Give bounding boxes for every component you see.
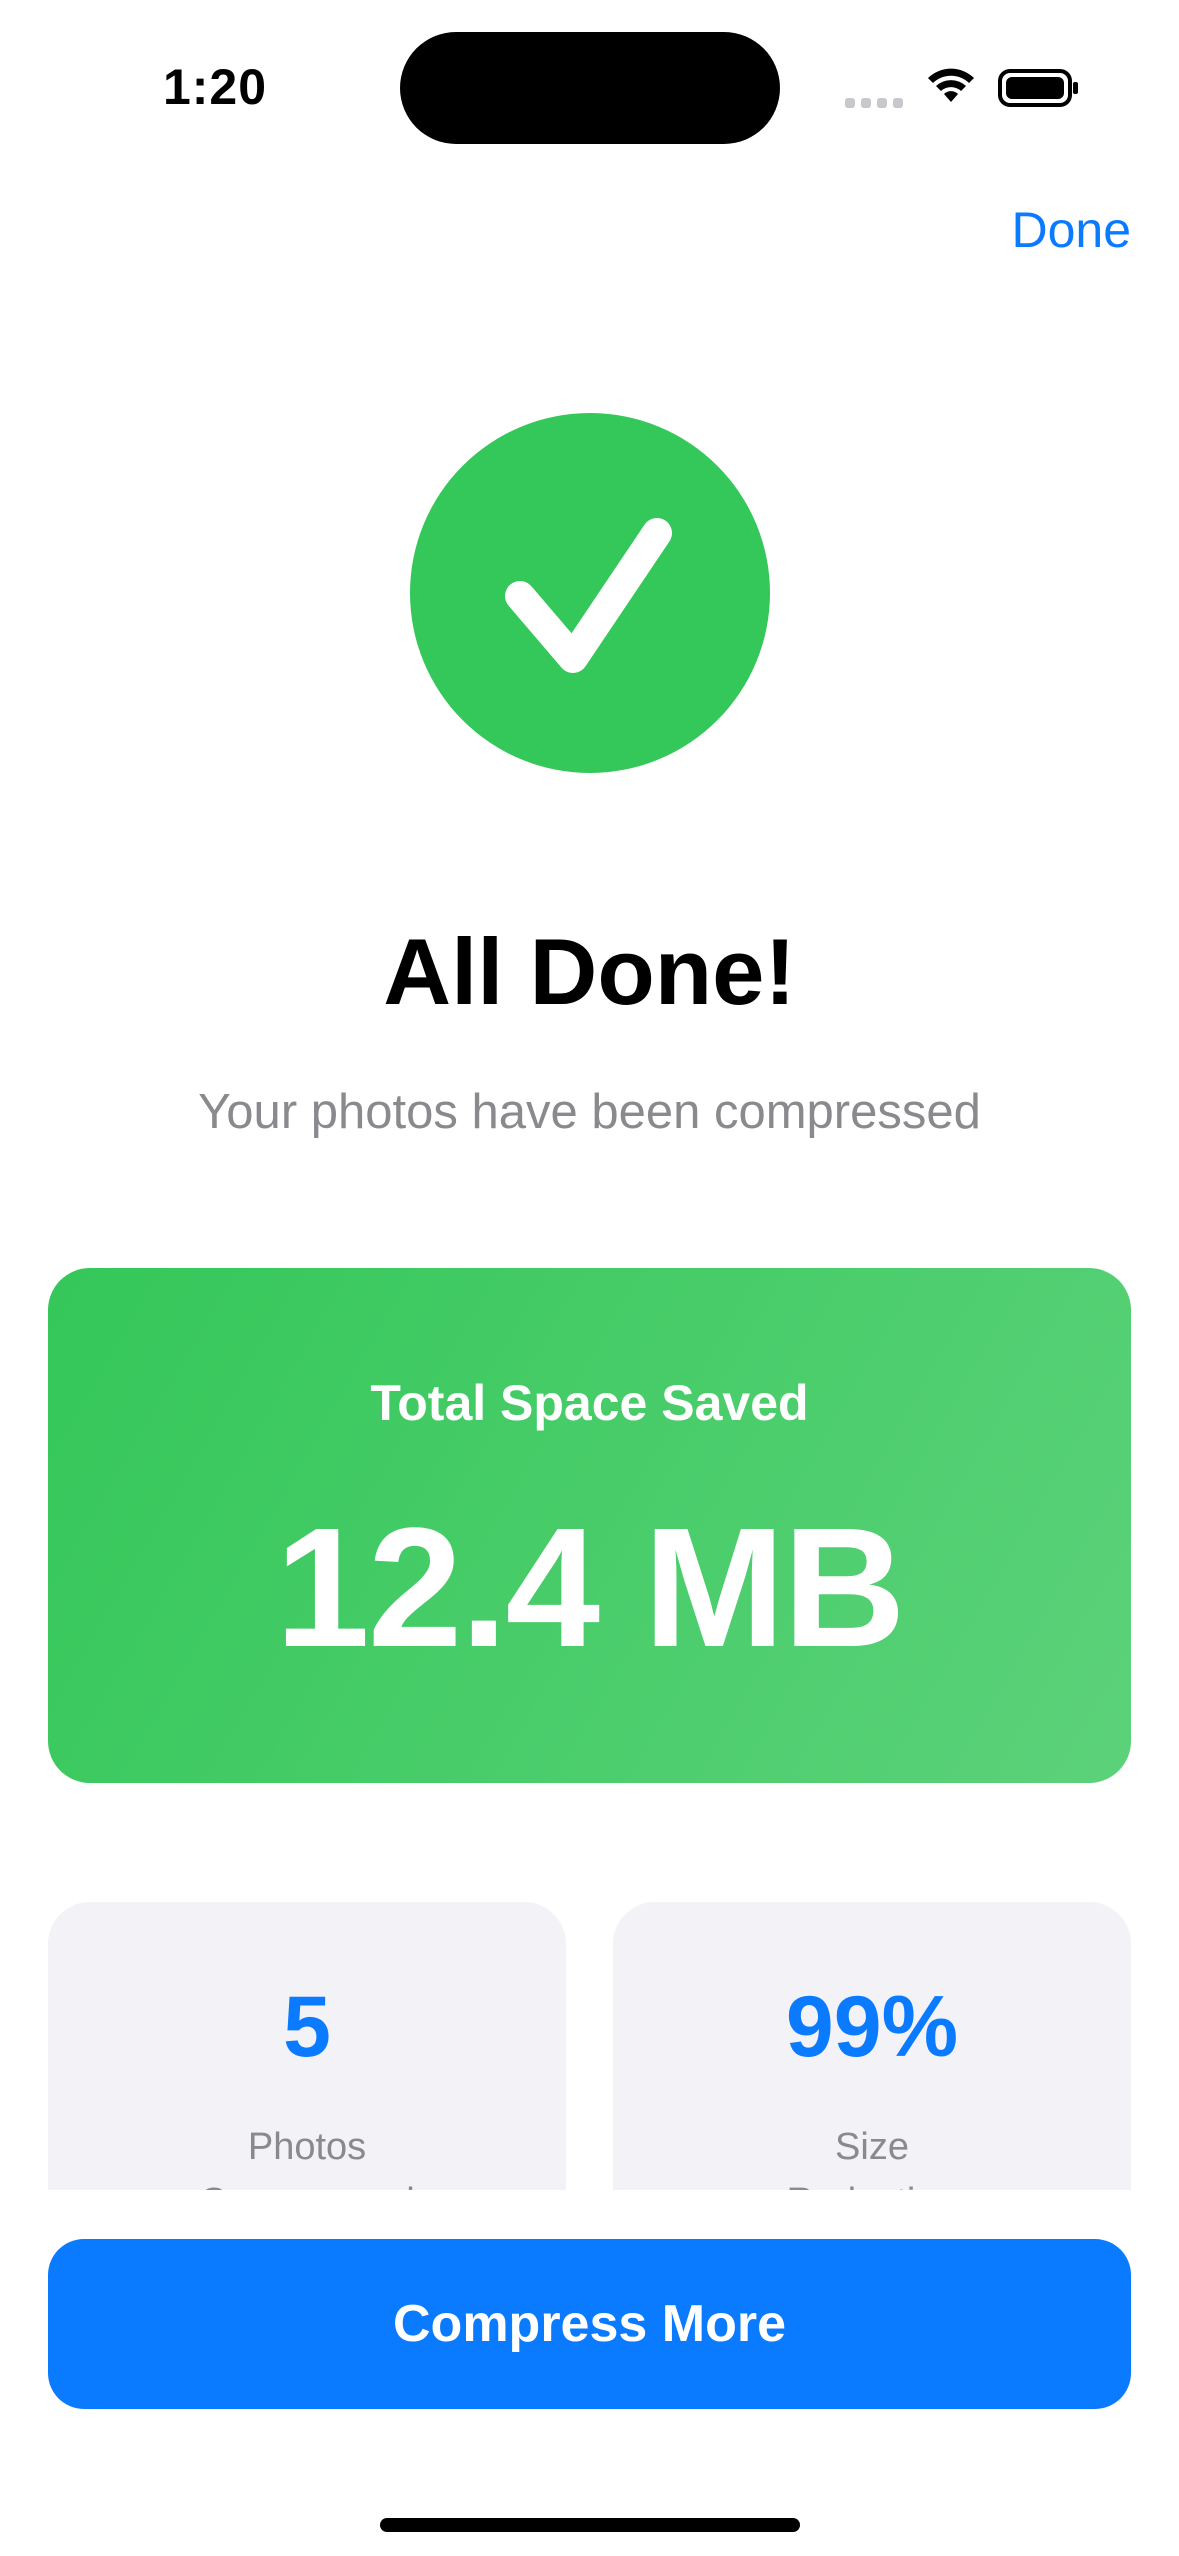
battery-icon [998, 69, 1078, 107]
size-reduction-card: 99% Size Reduction [613, 1902, 1131, 2192]
cellular-signal-icon [845, 94, 905, 108]
space-saved-value: 12.4 MB [275, 1493, 905, 1683]
photos-compressed-value: 5 [283, 1979, 331, 2075]
space-saved-card: Total Space Saved 12.4 MB [48, 1268, 1131, 1783]
photos-compressed-label: Photos Compressed [199, 2126, 414, 2192]
photos-compressed-card: 5 Photos Compressed [48, 1902, 566, 2192]
done-button[interactable]: Done [1011, 195, 1131, 265]
page-title: All Done! [383, 919, 796, 1024]
checkmark-circle-icon [410, 413, 770, 773]
status-time: 1:20 [162, 59, 268, 115]
bottom-bar-background [0, 2190, 1179, 2240]
page-subtitle: Your photos have been compressed [198, 1085, 981, 1139]
size-reduction-label: Size Reduction [786, 2126, 957, 2192]
space-saved-label: Total Space Saved [370, 1375, 809, 1431]
compress-more-button[interactable]: Compress More [48, 2239, 1131, 2409]
home-indicator [380, 2518, 800, 2532]
dynamic-island [400, 32, 780, 144]
wifi-icon [928, 68, 974, 102]
size-reduction-value: 99% [785, 1979, 959, 2075]
